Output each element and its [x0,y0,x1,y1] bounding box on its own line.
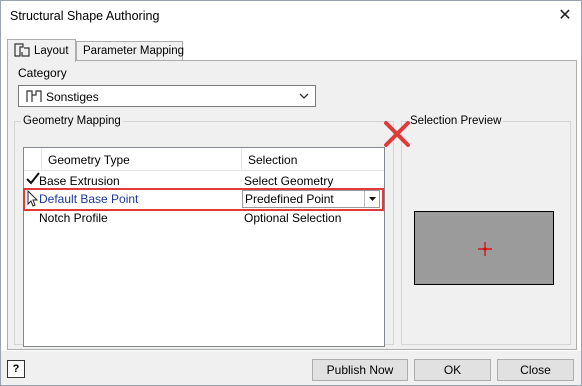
tab-layout-label: Layout [34,45,69,57]
table-row[interactable]: Notch Profile Optional Selection [24,209,384,228]
row-geometry-type: Base Extrusion [39,174,120,188]
ok-button[interactable]: OK [414,359,491,381]
category-shape-icon [26,89,42,106]
mouse-cursor-icon [26,189,39,211]
status-column-header [24,148,42,171]
publish-now-button[interactable]: Publish Now [312,359,408,381]
tab-layout[interactable]: Layout [7,39,76,62]
dialog-footer: ? Publish Now OK Close [1,351,581,385]
layout-panel: Category Sonstiges Geometry Mapping Geom… [7,60,577,350]
tab-parameter-mapping[interactable]: Parameter Mapping [76,41,184,61]
grid-header: Geometry Type Selection [24,148,384,171]
tab-parameter-mapping-label: Parameter Mapping [83,45,184,57]
layout-shape-icon [14,43,30,60]
chevron-down-icon [299,90,309,104]
dropdown-arrow-icon[interactable] [364,191,379,207]
geometry-mapping-grid: Geometry Type Selection Base Extrusion S… [23,147,385,347]
selection-preview-group: Selection Preview [401,115,571,345]
close-button[interactable]: Close [497,359,574,381]
row-geometry-type: Default Base Point [39,192,139,206]
row-selection: Select Geometry [244,174,334,188]
selection-preview-legend: Selection Preview [410,115,502,127]
row-geometry-type: Notch Profile [39,211,108,225]
selection-preview-canvas [414,211,554,285]
column-header-selection[interactable]: Selection [242,148,384,171]
close-icon[interactable]: ✕ [557,8,573,24]
dialog-window: Structural Shape Authoring ✕ Layout Para… [0,0,582,386]
window-title: Structural Shape Authoring [10,9,160,23]
category-label: Category [18,66,67,80]
table-row[interactable]: Base Extrusion Select Geometry [24,172,384,191]
help-button[interactable]: ? [7,360,25,378]
red-x-icon [382,119,412,152]
geometry-mapping-legend: Geometry Mapping [23,115,121,127]
selection-dropdown-value: Predefined Point [245,192,334,206]
title-bar: Structural Shape Authoring ✕ [1,1,581,31]
selection-dropdown[interactable]: Predefined Point [242,190,380,208]
row-selection: Optional Selection [244,211,342,225]
column-header-geometry-type[interactable]: Geometry Type [42,148,242,171]
category-value: Sonstiges [46,90,99,104]
table-row-selected[interactable]: Default Base Point Predefined Point [23,188,384,211]
category-dropdown[interactable]: Sonstiges [18,85,316,107]
crosshair-icon [478,242,492,259]
geometry-mapping-group: Geometry Mapping Geometry Type Selection… [14,115,394,347]
checkmark-icon [26,172,40,189]
